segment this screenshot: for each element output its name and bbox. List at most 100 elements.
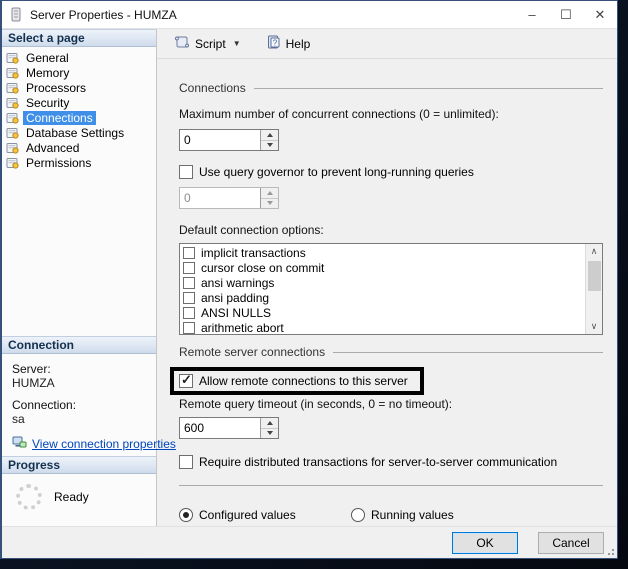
sidebar: Select a page General Memory Processors … <box>2 29 176 526</box>
connection-option-row[interactable]: ANSI NULLS <box>183 305 585 320</box>
scroll-thumb[interactable] <box>587 261 601 291</box>
distributed-checkbox[interactable] <box>179 455 193 469</box>
default-options-listbox[interactable]: implicit transactions cursor close on co… <box>179 243 603 335</box>
values-divider <box>179 485 603 486</box>
stepper-up-icon[interactable] <box>261 130 278 141</box>
connection-option-checkbox[interactable] <box>183 276 195 289</box>
connection-option-label: arithmetic abort <box>201 320 284 335</box>
allow-remote-row[interactable]: Allow remote connections to this server <box>179 372 408 388</box>
configured-values-label: Configured values <box>199 508 296 522</box>
connection-properties-icon <box>12 436 27 452</box>
connection-option-checkbox[interactable] <box>183 246 195 259</box>
view-connection-properties-link[interactable]: View connection properties <box>32 437 176 451</box>
sidebar-page-label: Connections <box>23 110 96 125</box>
dialog-body: Select a page General Memory Processors … <box>2 29 617 526</box>
scroll-up-icon[interactable]: ∧ <box>586 244 602 259</box>
minimize-icon[interactable]: – <box>515 1 549 28</box>
cancel-button[interactable]: Cancel <box>538 531 604 554</box>
page-icon <box>6 127 19 139</box>
chevron-down-icon: ▼ <box>232 39 241 48</box>
connection-option-row[interactable]: ansi warnings <box>183 275 585 290</box>
sidebar-page-item[interactable]: Processors <box>6 80 156 95</box>
help-label: Help <box>285 36 311 51</box>
connection-option-row[interactable]: cursor close on commit <box>183 260 585 275</box>
sidebar-page-label: Memory <box>26 65 70 80</box>
connection-option-row[interactable]: arithmetic abort <box>183 320 585 334</box>
query-governor-stepper <box>179 187 279 209</box>
sidebar-page-label: Processors <box>26 80 87 95</box>
stepper-up-icon[interactable] <box>261 418 278 429</box>
max-connections-input[interactable] <box>180 130 260 150</box>
title-bar: Server Properties - HUMZA – ☐ ✕ <box>2 1 617 29</box>
configured-values-radio[interactable] <box>179 508 193 522</box>
scroll-down-icon[interactable]: ∨ <box>586 319 602 334</box>
script-button[interactable]: Script ▼ <box>167 32 247 55</box>
resize-grip-icon[interactable] <box>605 546 615 556</box>
sidebar-page-item[interactable]: Memory <box>6 65 156 80</box>
distributed-label: Require distributed transactions for ser… <box>199 455 558 469</box>
distributed-row[interactable]: Require distributed transactions for ser… <box>179 455 603 469</box>
server-value: HUMZA <box>12 376 55 390</box>
toolbar: Script ▼ ? Help <box>157 29 617 59</box>
server-icon <box>10 7 23 22</box>
sidebar-page-item[interactable]: General <box>6 50 156 65</box>
remote-timeout-stepper[interactable] <box>179 417 279 439</box>
connection-option-row[interactable]: implicit transactions <box>183 245 585 260</box>
page-icon <box>6 157 19 169</box>
remote-timeout-input[interactable] <box>180 418 260 438</box>
connection-option-label: ANSI NULLS <box>201 305 272 320</box>
connection-option-row[interactable]: ansi padding <box>183 290 585 305</box>
sidebar-page-label: General <box>26 50 69 65</box>
window-title: Server Properties - HUMZA <box>30 7 177 22</box>
stepper-down-icon[interactable] <box>261 429 278 439</box>
page-icon <box>6 52 19 64</box>
ok-button[interactable]: OK <box>452 531 518 554</box>
query-governor-input <box>180 188 260 208</box>
script-label: Script <box>195 36 226 51</box>
options-rows: implicit transactions cursor close on co… <box>180 244 585 334</box>
page-list: General Memory Processors Security Conne… <box>2 47 156 170</box>
connection-option-checkbox[interactable] <box>183 261 195 274</box>
sidebar-page-label: Permissions <box>26 155 92 170</box>
sidebar-page-label: Database Settings <box>26 125 125 140</box>
connections-group-label: Connections <box>179 81 246 95</box>
page-icon <box>6 112 19 124</box>
remote-group-label: Remote server connections <box>179 345 326 359</box>
running-values-label: Running values <box>371 508 454 522</box>
query-governor-label: Use query governor to prevent long-runni… <box>199 165 474 179</box>
query-governor-checkbox[interactable] <box>179 165 193 179</box>
help-icon: ? <box>267 35 281 52</box>
help-button[interactable]: ? Help <box>261 32 317 55</box>
close-icon[interactable]: ✕ <box>583 1 617 28</box>
dialog-footer: OK Cancel <box>2 526 617 558</box>
sidebar-page-item[interactable]: Database Settings <box>6 125 156 140</box>
stepper-down-icon <box>261 199 278 209</box>
connections-group-header: Connections <box>179 81 603 95</box>
default-options-label: Default connection options: <box>179 223 324 237</box>
allow-remote-highlight: Allow remote connections to this server <box>170 367 424 395</box>
sidebar-page-item[interactable]: Security <box>6 95 156 110</box>
allow-remote-checkbox[interactable] <box>179 372 193 388</box>
connection-header: Connection <box>2 336 156 354</box>
allow-remote-label: Allow remote connections to this server <box>199 374 408 388</box>
max-connections-stepper[interactable] <box>179 129 279 151</box>
page-icon <box>6 142 19 154</box>
sidebar-page-item[interactable]: Permissions <box>6 155 156 170</box>
page-icon <box>6 97 19 109</box>
connection-option-checkbox[interactable] <box>183 291 195 304</box>
sidebar-page-item[interactable]: Connections <box>6 110 156 125</box>
values-radio-group: Configured values Running values <box>179 508 603 522</box>
connection-option-checkbox[interactable] <box>183 321 195 334</box>
connection-value: sa <box>12 412 25 426</box>
sidebar-page-item[interactable]: Advanced <box>6 140 156 155</box>
running-values-radio[interactable] <box>351 508 365 522</box>
svg-text:?: ? <box>272 39 277 48</box>
configured-values-option[interactable]: Configured values <box>179 508 351 522</box>
connection-option-checkbox[interactable] <box>183 306 195 319</box>
running-values-option[interactable]: Running values <box>351 508 454 522</box>
max-connections-label: Maximum number of concurrent connections… <box>179 107 499 121</box>
maximize-icon[interactable]: ☐ <box>549 1 583 28</box>
stepper-down-icon[interactable] <box>261 141 278 151</box>
listbox-scrollbar[interactable]: ∧ ∨ <box>585 244 602 334</box>
query-governor-row[interactable]: Use query governor to prevent long-runni… <box>179 165 603 179</box>
